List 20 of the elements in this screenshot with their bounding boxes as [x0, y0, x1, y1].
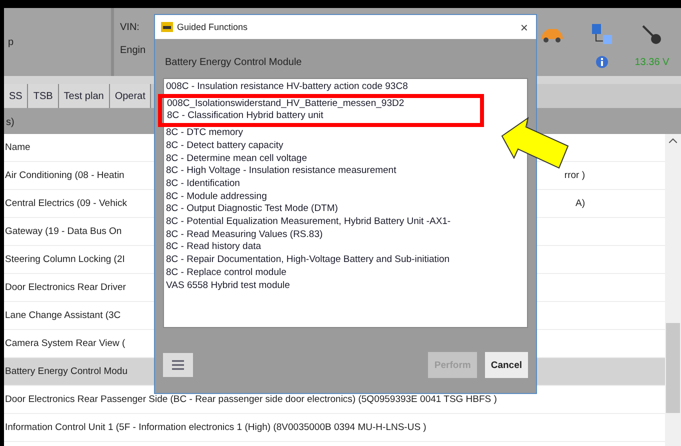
table-cell: Information Control Unit 1 (5F - Information electronics 1 (High) (8V0035000B 0394 MU-H-LNS-US )	[4, 422, 426, 433]
table-cell: Battery Energy Control Modu	[4, 366, 128, 377]
table-cell: Lane Change Assistant (3C	[4, 310, 121, 321]
table-cell: Steering Column Locking (2I	[4, 254, 125, 265]
dialog-title: Guided Functions	[177, 22, 248, 32]
voltage-reading: 13.36 V	[634, 56, 670, 68]
table-cell: Central Electrics (09 - Vehick	[4, 198, 127, 209]
table-cell: rror )	[564, 170, 585, 181]
table-cell: Camera System Rear View (	[4, 338, 126, 349]
table-cell: Gateway (19 - Data Bus On	[4, 226, 122, 237]
vin-label: VIN:	[120, 22, 140, 33]
engine-label: Engin	[120, 45, 146, 56]
column-header: Name	[4, 142, 30, 153]
table-cell: A)	[576, 198, 585, 209]
table-cell: Air Conditioning (08 - Heatin	[4, 170, 124, 181]
table-cell: Door Electronics Rear Passenger Side (BC - Rear passenger side door electronics) (5Q0959393E 0041 TSG HBFS )	[4, 394, 497, 405]
module-label: Battery Energy Control Module	[164, 56, 303, 70]
title-text: p	[8, 36, 14, 48]
section-label: s)	[6, 117, 14, 128]
table-cell: Door Electronics Rear Driver	[4, 282, 126, 293]
